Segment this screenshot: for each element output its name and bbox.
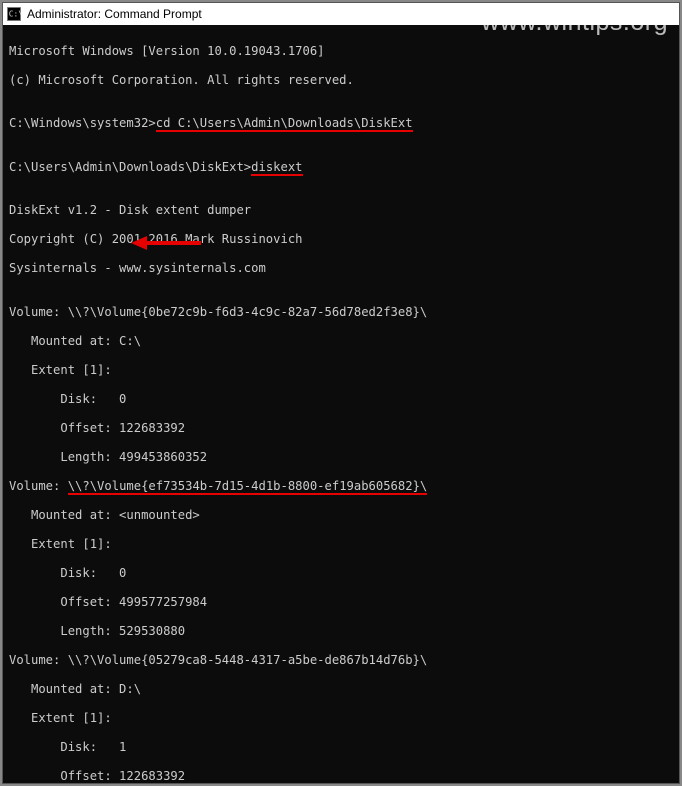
cmd-window: C:\ Administrator: Command Prompt Micros…: [2, 2, 680, 784]
output-line: DiskExt v1.2 - Disk extent dumper: [9, 203, 673, 218]
output-line: Offset: 499577257984: [9, 595, 673, 610]
terminal-area[interactable]: Microsoft Windows [Version 10.0.19043.17…: [3, 25, 679, 783]
output-line: Offset: 122683392: [9, 421, 673, 436]
output-line: Length: 529530880: [9, 624, 673, 639]
output-line: Copyright (C) 2001-2016 Mark Russinovich: [9, 232, 673, 247]
volume-header: Volume: \\?\Volume{05279ca8-5448-4317-a5…: [9, 653, 673, 668]
volume-guid-highlight: \\?\Volume{ef73534b-7d15-4d1b-8800-ef19a…: [68, 479, 428, 495]
titlebar[interactable]: C:\ Administrator: Command Prompt: [3, 3, 679, 25]
output-line: Extent [1]:: [9, 363, 673, 378]
output-line: Sysinternals - www.sysinternals.com: [9, 261, 673, 276]
output-line: Length: 499453860352: [9, 450, 673, 465]
output-line: Mounted at: <unmounted>: [9, 508, 673, 523]
output-line: (c) Microsoft Corporation. All rights re…: [9, 73, 673, 88]
output-line: Disk: 1: [9, 740, 673, 755]
svg-text:C:\: C:\: [9, 10, 21, 19]
volume-header: Volume: \\?\Volume{ef73534b-7d15-4d1b-88…: [9, 479, 673, 494]
volume-header: Volume: \\?\Volume{0be72c9b-f6d3-4c9c-82…: [9, 305, 673, 320]
prompt-line: C:\Users\Admin\Downloads\DiskExt>diskext: [9, 160, 673, 175]
output-line: Mounted at: D:\: [9, 682, 673, 697]
prompt-line: C:\Windows\system32>cd C:\Users\Admin\Do…: [9, 116, 673, 131]
output-line: Offset: 122683392: [9, 769, 673, 784]
output-line: Extent [1]:: [9, 711, 673, 726]
output-line: Extent [1]:: [9, 537, 673, 552]
prompt-path: C:\Users\Admin\Downloads\DiskExt>: [9, 160, 251, 174]
volume-label: Volume:: [9, 479, 68, 493]
cmd-diskext: diskext: [251, 160, 302, 176]
output-line: Mounted at: C:\: [9, 334, 673, 349]
cmd-cd: cd C:\Users\Admin\Downloads\DiskExt: [156, 116, 413, 132]
output-line: Disk: 0: [9, 566, 673, 581]
cmd-icon: C:\: [7, 7, 21, 21]
window-title: Administrator: Command Prompt: [27, 7, 202, 21]
output-line: Microsoft Windows [Version 10.0.19043.17…: [9, 44, 673, 59]
disk-line: Disk: 0: [9, 392, 673, 407]
prompt-path: C:\Windows\system32>: [9, 116, 156, 130]
